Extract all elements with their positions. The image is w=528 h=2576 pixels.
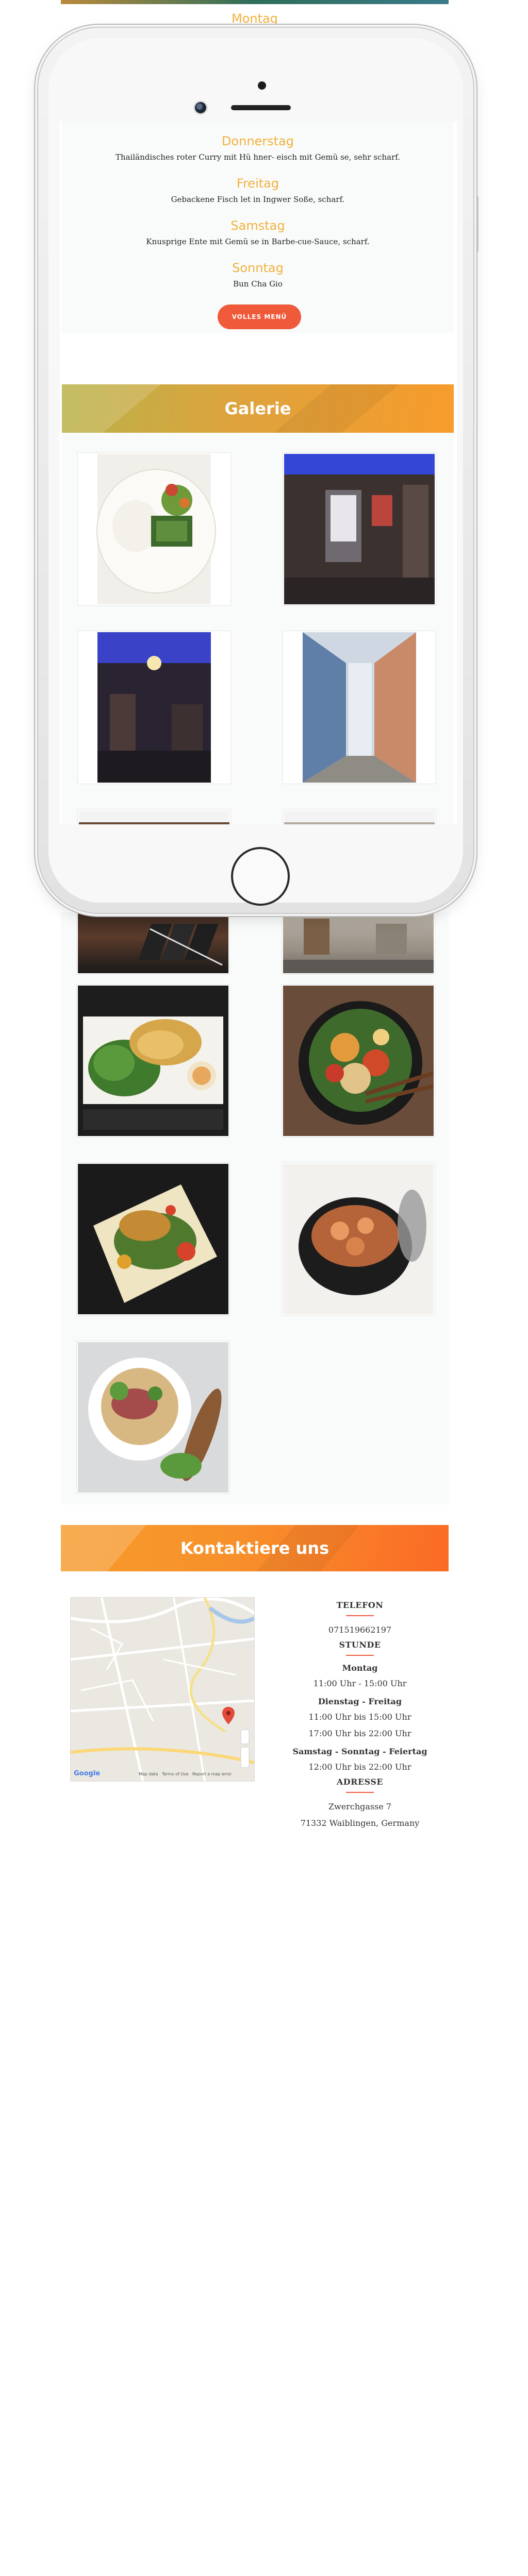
address-city: 71332 Waiblingen, Germany bbox=[300, 1818, 420, 1828]
hours-time: 11:00 Uhr - 15:00 Uhr bbox=[313, 1679, 407, 1688]
hours-days-weekend: Samstag - Sonntag - Feiertag bbox=[292, 1747, 427, 1756]
menu-day: Sonntag bbox=[232, 261, 284, 275]
map-canvas bbox=[71, 1598, 254, 1781]
gallery-image-street-view[interactable] bbox=[282, 912, 435, 975]
hours-time: 17:00 Uhr bis 22:00 Uhr bbox=[308, 1728, 411, 1738]
hours-label: STUNDE bbox=[339, 1640, 381, 1650]
phone-side-button bbox=[34, 192, 38, 243]
phone-side-button bbox=[474, 196, 478, 252]
menu-day-montag: Montag bbox=[232, 11, 278, 26]
divider bbox=[346, 1615, 374, 1616]
home-button[interactable] bbox=[233, 849, 288, 904]
address-label: ADRESSE bbox=[336, 1777, 384, 1787]
gallery-image-stirfry-bowl[interactable] bbox=[282, 984, 435, 1138]
map-pin-icon[interactable] bbox=[222, 1707, 235, 1724]
gallery-image-interior-bar-top[interactable] bbox=[77, 809, 231, 824]
menu-day: Donnerstag bbox=[221, 134, 294, 148]
gallery-title: Galerie bbox=[224, 399, 291, 418]
earpiece-speaker bbox=[231, 105, 291, 110]
gallery-image-restaurant-interior[interactable] bbox=[77, 631, 231, 784]
gallery-continued bbox=[61, 912, 449, 1504]
gallery-image-claypot-shrimp[interactable] bbox=[282, 1162, 435, 1316]
hours-days-dienstag-freitag: Dienstag - Freitag bbox=[318, 1697, 402, 1706]
gallery-image-pho-bowl[interactable] bbox=[76, 1341, 230, 1494]
map-footer: Map data Terms of Use Report a map error bbox=[139, 1772, 232, 1776]
top-bar bbox=[61, 0, 449, 4]
gallery-image-alley-street[interactable] bbox=[283, 631, 436, 784]
phone-label: TELEFON bbox=[336, 1600, 384, 1610]
weekly-menu: Donnerstag Thailändisches roter Curry mi… bbox=[62, 122, 454, 333]
map-brand: Google bbox=[74, 1770, 101, 1777]
phone-side-button bbox=[34, 135, 38, 164]
divider bbox=[346, 1655, 374, 1656]
gallery-banner: Galerie bbox=[62, 384, 454, 433]
contact-title: Kontaktiere uns bbox=[180, 1538, 329, 1558]
contact-section: Google Map data Terms of Use Report a ma… bbox=[61, 1571, 449, 1855]
menu-day: Samstag bbox=[230, 218, 285, 233]
gallery-image-interior-bar[interactable] bbox=[76, 912, 230, 975]
proximity-sensor bbox=[258, 81, 266, 90]
address-street: Zwerchgasse 7 bbox=[328, 1802, 392, 1811]
contact-banner: Kontaktiere uns bbox=[61, 1525, 449, 1571]
divider bbox=[346, 1792, 374, 1793]
gallery-image-restaurant-facade[interactable] bbox=[283, 452, 436, 606]
gallery-grid bbox=[62, 433, 454, 824]
gallery-image-pancake-platter[interactable] bbox=[76, 984, 230, 1138]
full-menu-button[interactable]: VOLLES MENÜ bbox=[218, 304, 301, 329]
contact-info: TELEFON 071519662197 STUNDE Montag 11:00… bbox=[277, 1597, 442, 1833]
phone-screen: Donnerstag Thailändisches roter Curry mi… bbox=[60, 122, 457, 824]
hours-time: 11:00 Uhr bis 15:00 Uhr bbox=[308, 1712, 411, 1722]
gallery-image-salad-rice-dish[interactable] bbox=[77, 452, 231, 606]
menu-dish: Bun Cha Gio bbox=[233, 279, 283, 289]
map[interactable]: Google Map data Terms of Use Report a ma… bbox=[70, 1597, 255, 1782]
gallery-image-curry-plate[interactable] bbox=[76, 1162, 230, 1316]
menu-dish: Thailändisches roter Curry mit Hü hner- … bbox=[115, 152, 401, 162]
menu-dish: Gebackene Fisch let in Ingwer Soße, scha… bbox=[171, 195, 345, 204]
front-camera-icon bbox=[195, 102, 206, 113]
menu-dish: Knusprige Ente mit Gemü se in Barbe-cue-… bbox=[146, 237, 370, 246]
gallery-image-street-view-top[interactable] bbox=[283, 809, 436, 824]
menu-day: Freitag bbox=[236, 176, 279, 191]
hours-time: 12:00 Uhr bis 22:00 Uhr bbox=[308, 1762, 411, 1772]
phone-number[interactable]: 071519662197 bbox=[277, 1623, 442, 1637]
phone-side-button bbox=[34, 268, 38, 319]
hours-days-montag: Montag bbox=[342, 1663, 378, 1673]
